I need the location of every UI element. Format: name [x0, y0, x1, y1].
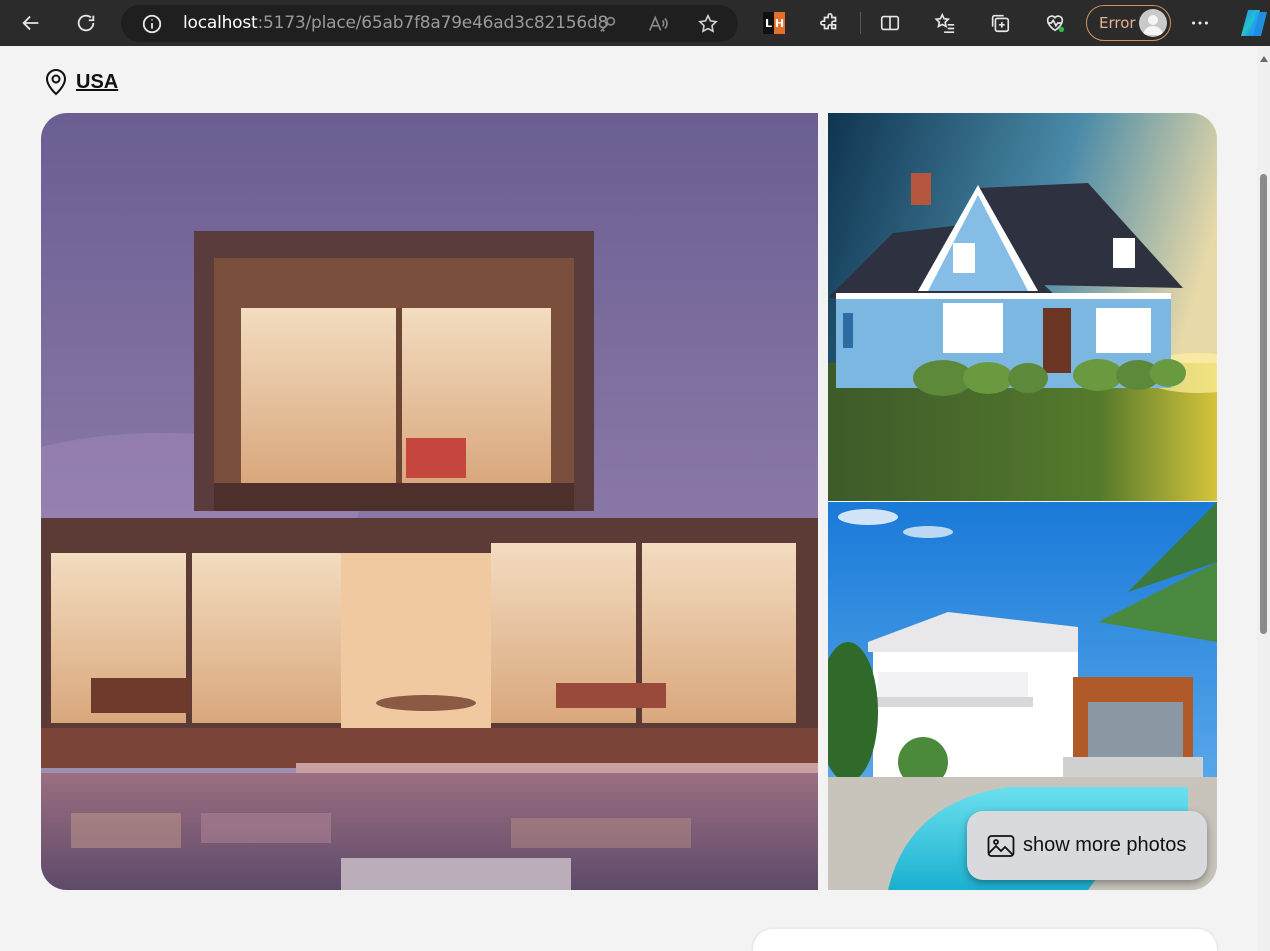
more-menu-icon[interactable]	[1185, 8, 1215, 38]
location-link[interactable]: USA	[76, 71, 118, 94]
blue-cottage-photo[interactable]	[828, 113, 1217, 501]
map-pin-icon	[45, 69, 67, 96]
split-screen-icon[interactable]	[875, 8, 905, 38]
favorites-list-icon[interactable]	[930, 8, 960, 38]
url-text[interactable]: localhost:5173/place/65ab7f8a79e46ad3c82…	[183, 13, 608, 33]
address-bar[interactable]: localhost:5173/place/65ab7f8a79e46ad3c82…	[121, 5, 738, 42]
photos-icon	[987, 834, 1015, 857]
browser-essentials-icon[interactable]	[1040, 8, 1070, 38]
back-arrow-icon[interactable]	[16, 8, 46, 38]
favorite-star-icon[interactable]	[697, 13, 719, 35]
photo-gallery	[41, 113, 1217, 890]
avatar	[1139, 9, 1167, 37]
booking-widget	[753, 929, 1217, 951]
refresh-icon[interactable]	[71, 8, 101, 38]
lighthouse-extension-icon[interactable]: L H	[763, 12, 785, 34]
modern-house-pool-photo[interactable]	[41, 113, 818, 890]
password-key-icon[interactable]	[597, 13, 619, 35]
page-content: USA show more photos	[0, 46, 1257, 951]
scroll-up-icon[interactable]	[1260, 56, 1268, 62]
scrollbar-thumb[interactable]	[1260, 174, 1267, 634]
extensions-puzzle-icon[interactable]	[815, 8, 845, 38]
show-more-photos-button[interactable]: show more photos	[967, 811, 1207, 880]
page-scrollbar[interactable]	[1257, 46, 1270, 951]
site-info-icon[interactable]	[141, 13, 163, 35]
browser-toolbar: localhost:5173/place/65ab7f8a79e46ad3c82…	[0, 0, 1270, 46]
collections-icon[interactable]	[985, 8, 1015, 38]
toolbar-divider	[860, 12, 861, 34]
profile-error-button[interactable]: Error	[1086, 5, 1171, 41]
read-aloud-icon[interactable]	[647, 13, 669, 35]
copilot-icon[interactable]	[1238, 8, 1270, 38]
location-row: USA	[44, 68, 118, 96]
